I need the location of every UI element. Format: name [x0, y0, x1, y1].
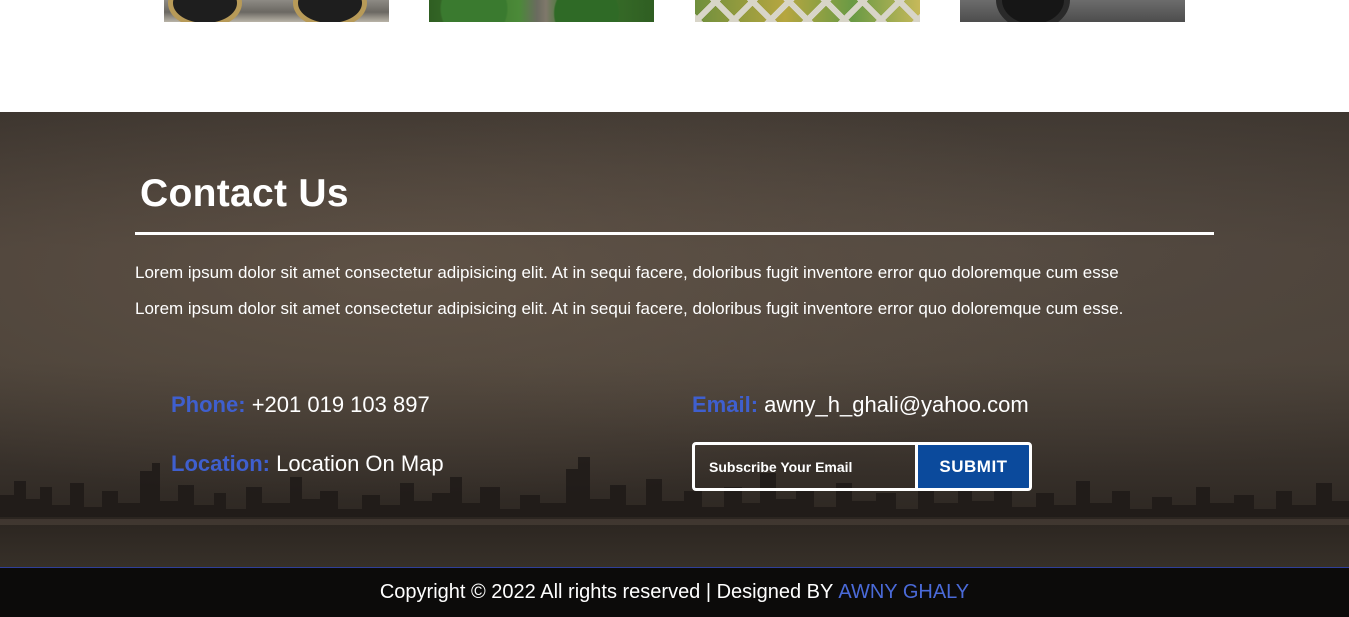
city-skyline-background	[0, 457, 1349, 567]
phone-info: Phone: +201 019 103 897	[171, 392, 430, 418]
author-link[interactable]: AWNY GHALY	[838, 581, 969, 604]
location-info: Location: Location On Map	[171, 451, 444, 477]
email-info: Email: awny_h_ghali@yahoo.com	[692, 392, 1029, 418]
footer: Copyright © 2022 All rights reserved | D…	[0, 567, 1349, 617]
intro-text-line: Lorem ipsum dolor sit amet consectetur a…	[135, 299, 1124, 318]
motorcycle-thumbnail[interactable]	[164, 0, 389, 22]
email-link[interactable]: awny_h_ghali@yahoo.com	[764, 392, 1029, 417]
car-thumbnail[interactable]	[960, 0, 1185, 22]
subscribe-form: SUBMIT	[692, 442, 1032, 491]
location-map-link[interactable]: Location On Map	[276, 451, 444, 476]
copyright-text: Copyright © 2022 All rights reserved | D…	[379, 581, 834, 603]
gallery-strip	[0, 0, 1349, 112]
email-label: Email:	[692, 392, 759, 417]
intro-text-line: Lorem ipsum dolor sit amet consectetur a…	[135, 263, 1119, 282]
title-divider	[135, 232, 1214, 235]
contact-section: Contact Us Lorem ipsum dolor sit amet co…	[0, 112, 1349, 567]
contact-title: Contact Us	[140, 172, 349, 215]
submit-button[interactable]: SUBMIT	[918, 445, 1029, 488]
forest-thumbnail[interactable]	[429, 0, 654, 22]
subscribe-email-input[interactable]	[695, 445, 918, 488]
garden-thumbnail[interactable]	[695, 0, 920, 22]
phone-label: Phone:	[171, 392, 246, 417]
location-label: Location:	[171, 451, 270, 476]
phone-link[interactable]: +201 019 103 897	[252, 392, 430, 417]
